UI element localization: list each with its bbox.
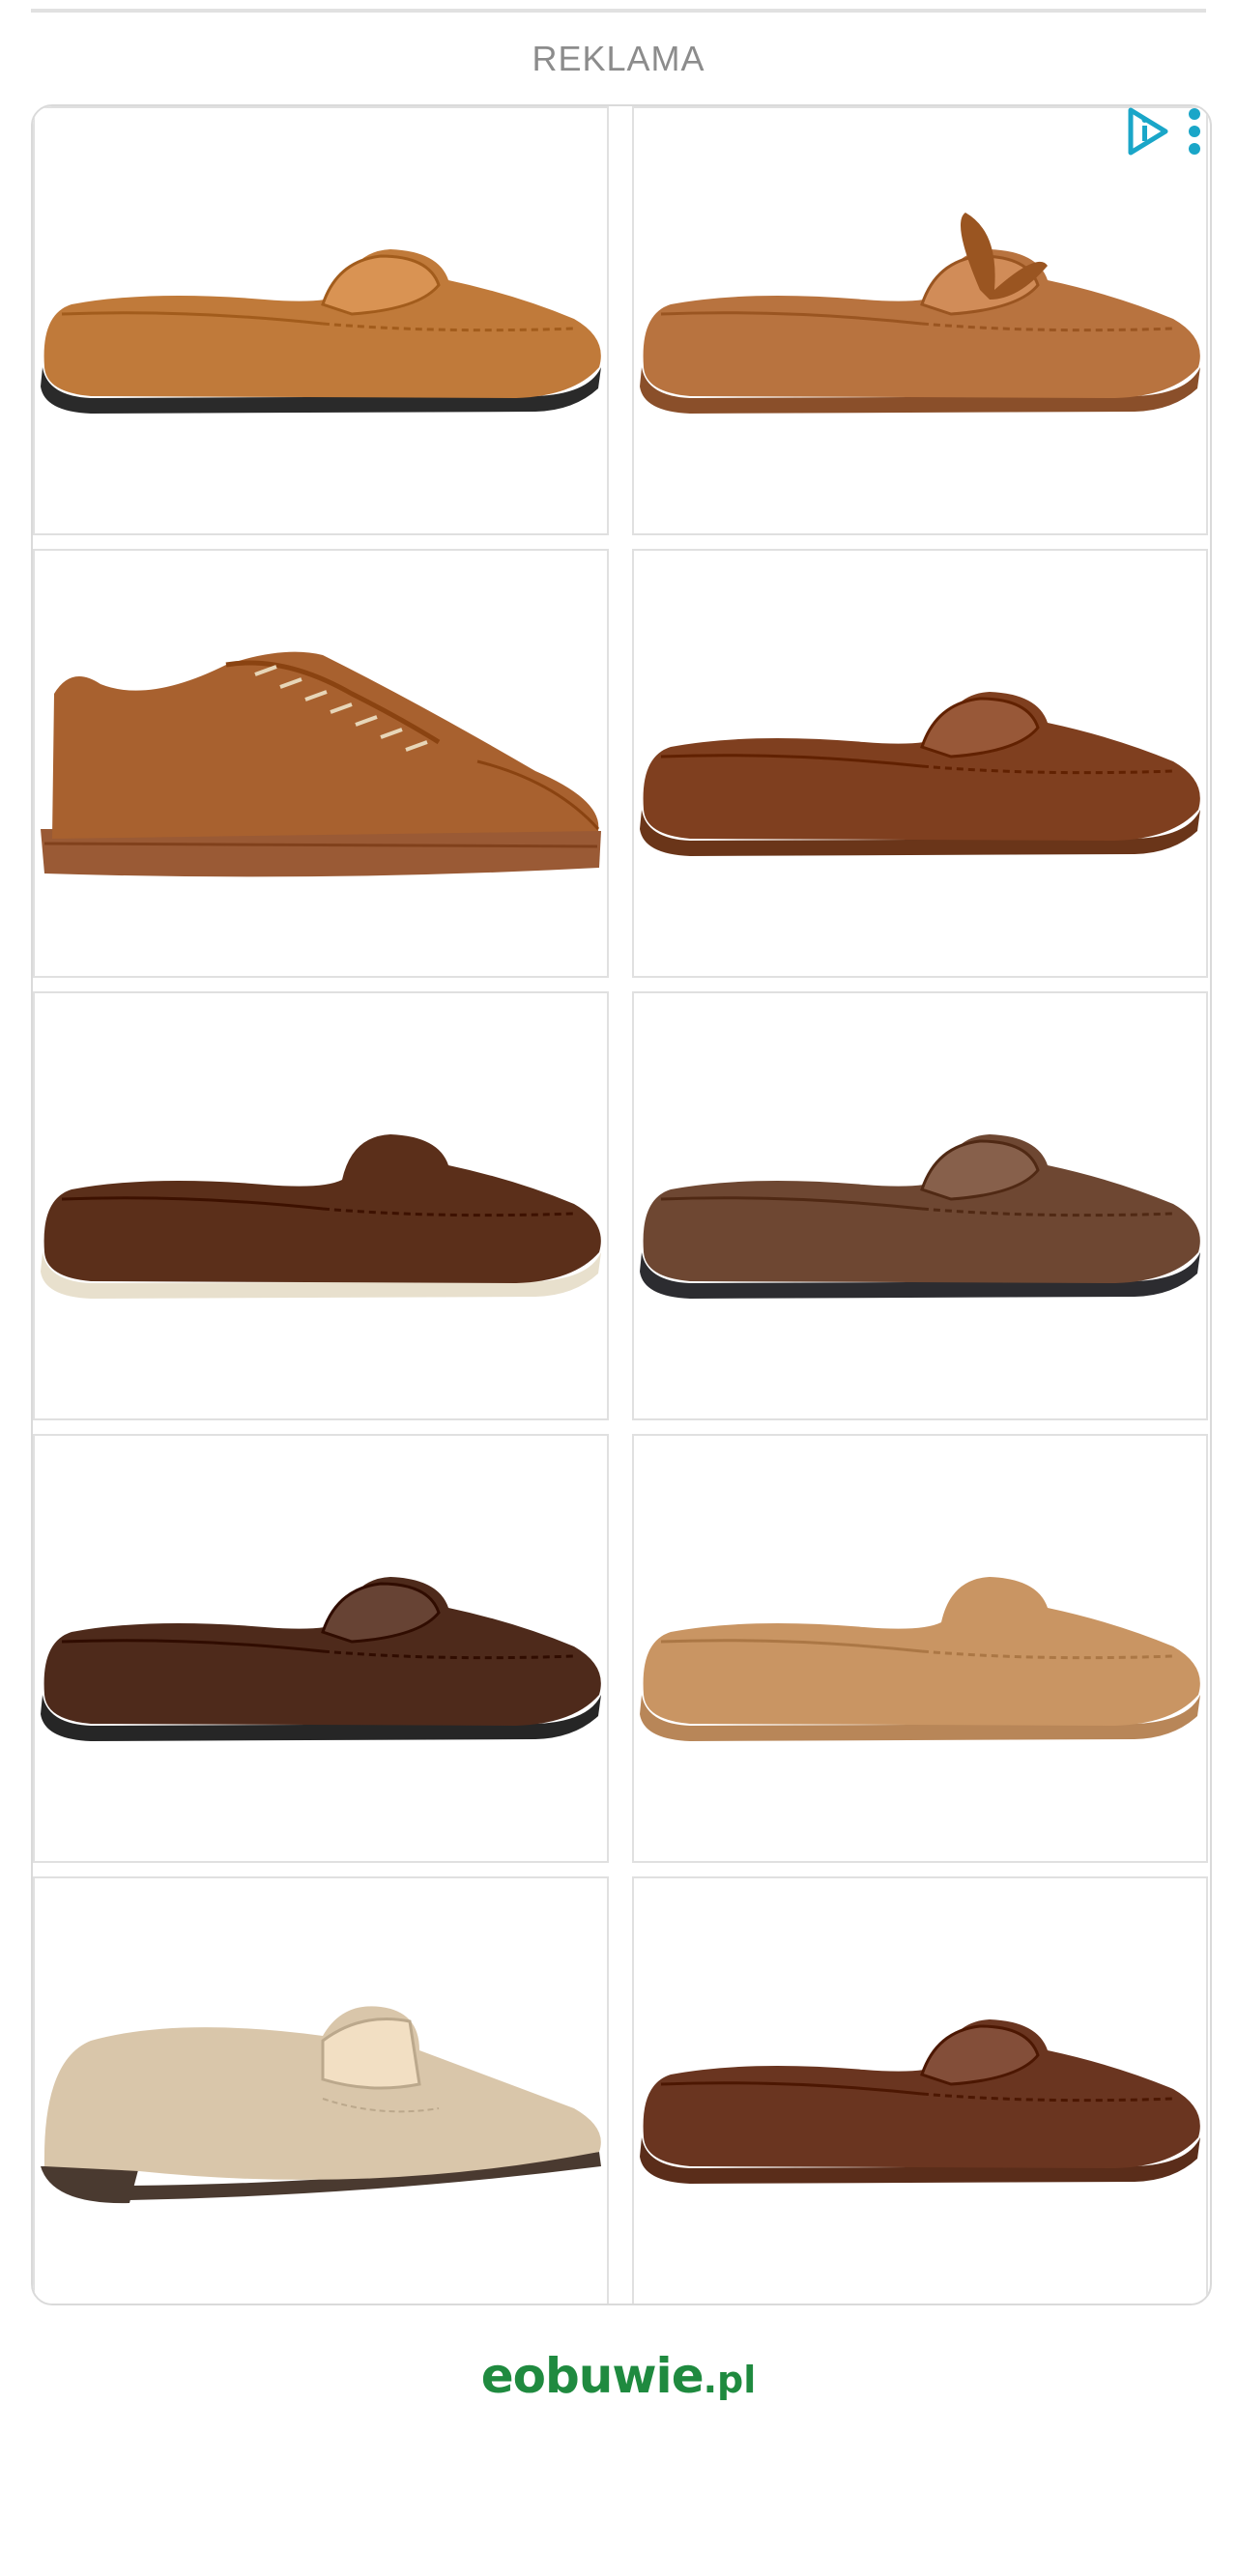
product-grid (33, 106, 1210, 2304)
shoe-image (41, 249, 601, 414)
shoe-image (640, 2019, 1200, 2184)
product-tile[interactable] (33, 1434, 609, 1863)
ad-frame (31, 104, 1212, 2305)
product-tile[interactable] (632, 1876, 1208, 2304)
ad-label: REKLAMA (532, 39, 705, 78)
shoe-image (41, 2006, 601, 2204)
shoe-image (41, 651, 601, 877)
product-tile[interactable] (33, 549, 609, 978)
shoe-image (41, 1134, 601, 1299)
shoe-image (640, 1577, 1200, 1741)
brand-tld: .pl (703, 2359, 757, 2401)
more-vertical-icon[interactable] (1183, 106, 1206, 157)
brand-logo[interactable]: eobuwie.pl (0, 2348, 1237, 2404)
product-tile[interactable] (632, 106, 1208, 535)
product-tile[interactable] (632, 1434, 1208, 1863)
product-tile[interactable] (632, 549, 1208, 978)
product-tile[interactable] (33, 991, 609, 1420)
shoe-image (640, 213, 1200, 414)
product-tile[interactable] (33, 1876, 609, 2304)
product-tile[interactable] (632, 991, 1208, 1420)
product-tile[interactable] (33, 106, 609, 535)
adchoices-icon[interactable] (1121, 104, 1175, 158)
shoe-image (41, 1577, 601, 1741)
brand-name: eobuwie (480, 2348, 705, 2404)
shoe-image (640, 1134, 1200, 1299)
shoe-image (640, 692, 1200, 856)
top-divider (31, 9, 1206, 13)
